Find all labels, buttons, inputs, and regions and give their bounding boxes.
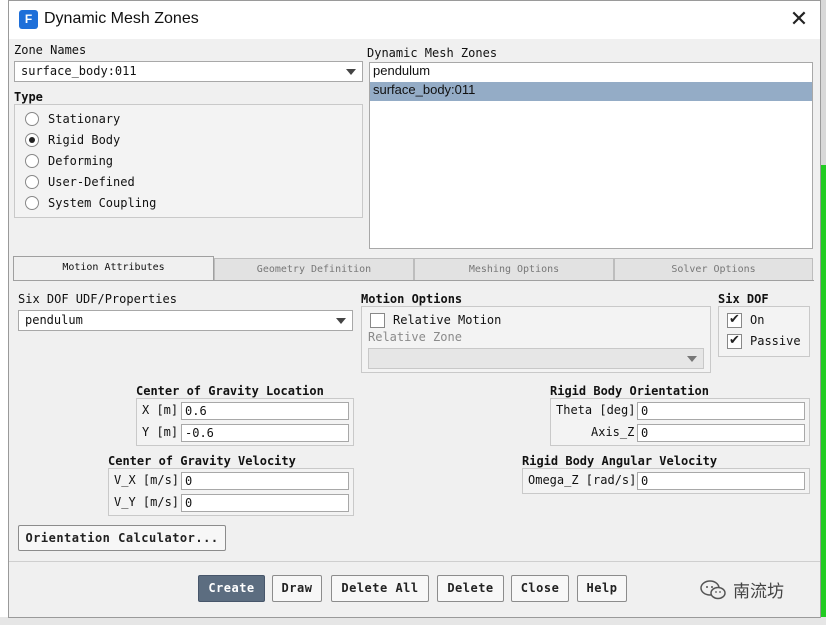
six-dof-udf-label: Six DOF UDF/Properties [18,292,177,306]
create-button[interactable]: Create [198,575,265,602]
rb-orientation-label: Rigid Body Orientation [550,384,709,398]
dynamic-mesh-zones-dialog: F Dynamic Mesh Zones ✕ Zone Names surfac… [8,0,821,618]
cg-velocity-label: Center of Gravity Velocity [108,454,296,468]
axis-z-input[interactable]: 0 [637,424,805,442]
delete-all-button[interactable]: Delete All [331,575,429,602]
type-option-system-coupling[interactable]: System Coupling [25,194,156,212]
radio-rigid-body[interactable] [25,133,39,147]
type-option-label: System Coupling [48,196,157,210]
six-dof-label: Six DOF [718,292,769,306]
type-option-label: User-Defined [48,175,135,189]
tab-divider [13,280,814,281]
rb-angular-velocity-group: Omega_Z [rad/s] 0 [522,468,810,494]
six-dof-on-checkbox[interactable] [727,312,742,328]
orientation-calculator-button[interactable]: Orientation Calculator... [18,525,226,551]
type-label: Type [14,90,43,104]
omega-z-input[interactable]: 0 [637,472,805,490]
zone-names-value: surface_body:011 [21,64,137,78]
six-dof-on-label: On [750,313,765,327]
fluent-app-icon: F [19,10,38,29]
relative-zone-dropdown[interactable] [368,348,704,369]
tab-bar: Motion Attributes Geometry Definition Me… [13,256,813,281]
rb-orientation-group: Theta [deg] 0 Axis_Z 0 [550,398,810,446]
tab-solver-options[interactable]: Solver Options [614,258,813,280]
relative-motion-checkbox[interactable] [370,312,385,328]
theta-input[interactable]: 0 [637,402,805,420]
motion-options-label: Motion Options [361,292,463,306]
six-dof-on-row[interactable]: On [727,311,764,329]
vy-input[interactable]: 0 [181,494,349,512]
theta-label: Theta [deg] [556,403,636,417]
type-option-label: Stationary [48,112,121,126]
dynamic-mesh-zones-list[interactable]: pendulum surface_body:011 [369,62,813,249]
title-bar: F Dynamic Mesh Zones ✕ [9,1,820,39]
radio-stationary[interactable] [25,112,39,126]
radio-deforming[interactable] [25,154,39,168]
chevron-down-icon [687,356,697,362]
six-dof-passive-checkbox[interactable] [727,333,742,349]
list-item[interactable]: pendulum [370,63,812,82]
close-icon[interactable]: ✕ [786,7,812,33]
radio-user-defined[interactable] [25,175,39,189]
type-option-user-defined[interactable]: User-Defined [25,173,135,191]
window-title: Dynamic Mesh Zones [44,10,199,27]
axis-z-label: Axis_Z [591,425,635,439]
zone-names-dropdown[interactable]: surface_body:011 [14,61,363,82]
cg-velocity-group: V_X [m/s] 0 V_Y [m/s] 0 [108,468,354,516]
relative-motion-label: Relative Motion [393,313,502,327]
watermark-text: 南流坊 [733,582,784,602]
type-option-stationary[interactable]: Stationary [25,110,120,128]
close-button[interactable]: Close [511,575,569,602]
cg-y-input[interactable]: -0.6 [181,424,349,442]
six-dof-udf-value: pendulum [25,313,83,327]
tab-meshing-options[interactable]: Meshing Options [414,258,614,280]
cg-x-input[interactable]: 0.6 [181,402,349,420]
dynamic-mesh-zones-label: Dynamic Mesh Zones [367,46,498,60]
type-option-label: Rigid Body [48,133,121,147]
zone-names-label: Zone Names [14,43,87,57]
chevron-down-icon [346,69,356,75]
cg-y-label: Y [m] [142,425,179,439]
six-dof-group: On Passive [718,306,810,357]
cg-location-label: Center of Gravity Location [136,384,324,398]
chevron-down-icon [336,318,346,324]
button-bar-divider [9,561,820,562]
omega-z-label: Omega_Z [rad/s] [528,473,637,487]
wechat-icon [700,579,726,599]
type-option-label: Deforming [48,154,114,168]
motion-options-group: Relative Motion Relative Zone [361,306,711,373]
delete-button[interactable]: Delete [437,575,504,602]
rb-angular-velocity-label: Rigid Body Angular Velocity [522,454,718,468]
type-group: Stationary Rigid Body Deforming User-Def… [14,104,363,218]
tab-motion-attributes[interactable]: Motion Attributes [13,256,214,281]
six-dof-passive-row[interactable]: Passive [727,332,801,350]
help-button[interactable]: Help [577,575,627,602]
watermark: 南流坊 [699,577,784,602]
six-dof-udf-dropdown[interactable]: pendulum [18,310,353,331]
radio-system-coupling[interactable] [25,196,39,210]
list-item-selected[interactable]: surface_body:011 [370,82,812,101]
vx-label: V_X [m/s] [114,473,180,487]
type-option-rigid-body[interactable]: Rigid Body [25,131,120,149]
six-dof-passive-label: Passive [750,334,801,348]
background-app-bottom-strip [0,617,826,625]
cg-x-label: X [m] [142,403,179,417]
draw-button[interactable]: Draw [272,575,322,602]
vy-label: V_Y [m/s] [114,495,180,509]
cg-location-group: X [m] 0.6 Y [m] -0.6 [136,398,354,446]
relative-zone-label: Relative Zone [368,330,462,344]
vx-input[interactable]: 0 [181,472,349,490]
type-option-deforming[interactable]: Deforming [25,152,113,170]
relative-motion-checkbox-row[interactable]: Relative Motion [370,311,501,329]
tab-geometry-definition[interactable]: Geometry Definition [214,258,414,280]
